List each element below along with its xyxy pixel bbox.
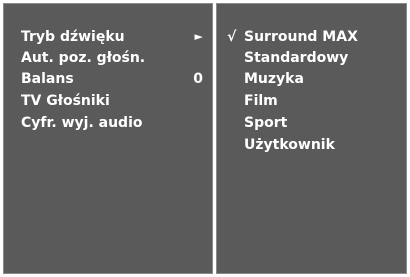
menu-item-label: Cyfr. wyj. audio [21,115,143,131]
option-label: Sport [244,115,288,131]
option-user[interactable]: Użytkownik [216,135,407,155]
option-standard[interactable]: Standardowy [216,48,407,68]
menu-item-label: TV Głośniki [21,93,110,109]
option-label: Użytkownik [244,137,335,153]
menu-item-tv-speakers[interactable]: TV Głośniki [11,91,209,111]
submenu-arrow-icon: ► [194,30,203,43]
sound-mode-submenu: √ Surround MAX Standardowy Muzyka Film S… [216,3,407,274]
option-sport[interactable]: Sport [216,113,407,133]
check-icon: √ [227,29,237,45]
audio-menu-panel: Tryb dźwięku ► Aut. poz. głośn. Balans 0… [3,3,213,274]
option-label: Muzyka [244,71,304,87]
option-music[interactable]: Muzyka [216,69,407,89]
option-film[interactable]: Film [216,91,407,111]
menu-item-label: Balans [21,71,74,87]
option-label: Standardowy [244,50,349,66]
option-label: Surround MAX [244,29,358,45]
menu-item-label: Aut. poz. głośn. [21,50,146,66]
option-surround-max[interactable]: √ Surround MAX [216,27,407,47]
menu-item-digital-audio-out[interactable]: Cyfr. wyj. audio [11,113,209,133]
balance-value: 0 [193,71,203,87]
menu-item-sound-mode[interactable]: Tryb dźwięku ► [11,27,209,47]
menu-item-auto-volume[interactable]: Aut. poz. głośn. [11,48,209,68]
option-label: Film [244,93,278,109]
menu-item-label: Tryb dźwięku [21,29,125,45]
menu-item-balance[interactable]: Balans 0 [11,69,209,89]
